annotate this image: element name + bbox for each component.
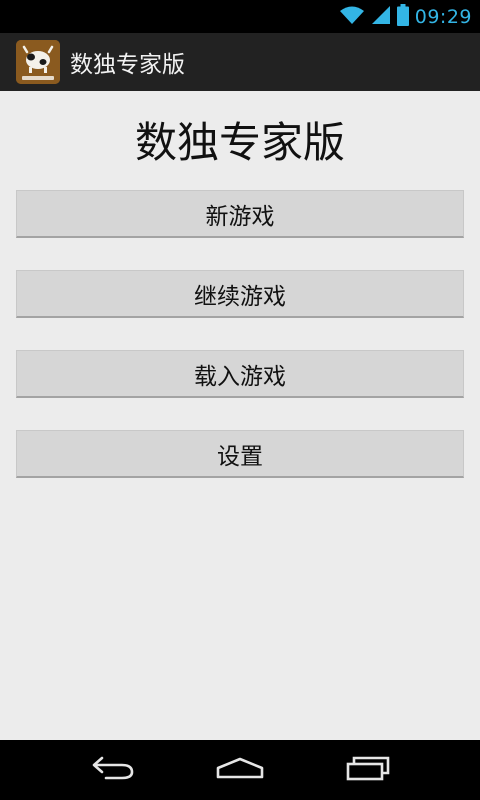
back-icon	[90, 755, 136, 785]
status-bar: 09:29	[0, 0, 480, 33]
settings-button[interactable]: 设置	[16, 430, 464, 478]
wifi-icon	[339, 5, 365, 29]
signal-icon	[371, 5, 391, 29]
navigation-bar	[0, 740, 480, 800]
status-time: 09:29	[414, 5, 472, 28]
recents-icon	[344, 755, 390, 785]
screen: 09:29 数独专家版 数独专家版 新游戏 继续游戏 载入游戏 设置	[0, 0, 480, 800]
recents-button[interactable]	[335, 748, 399, 792]
main-content: 数独专家版 新游戏 继续游戏 载入游戏 设置	[0, 91, 480, 740]
status-icons	[339, 3, 409, 30]
page-title: 数独专家版	[134, 118, 345, 167]
load-game-button[interactable]: 载入游戏	[16, 350, 464, 398]
action-bar: 数独专家版	[0, 33, 480, 91]
home-icon	[215, 756, 265, 784]
battery-icon	[396, 3, 409, 30]
sudoku-app-icon[interactable]	[16, 40, 60, 84]
new-game-button[interactable]: 新游戏	[16, 190, 464, 238]
back-button[interactable]	[81, 748, 145, 792]
home-button[interactable]	[208, 748, 272, 792]
continue-game-button[interactable]: 继续游戏	[16, 270, 464, 318]
app-title: 数独专家版	[70, 52, 185, 78]
